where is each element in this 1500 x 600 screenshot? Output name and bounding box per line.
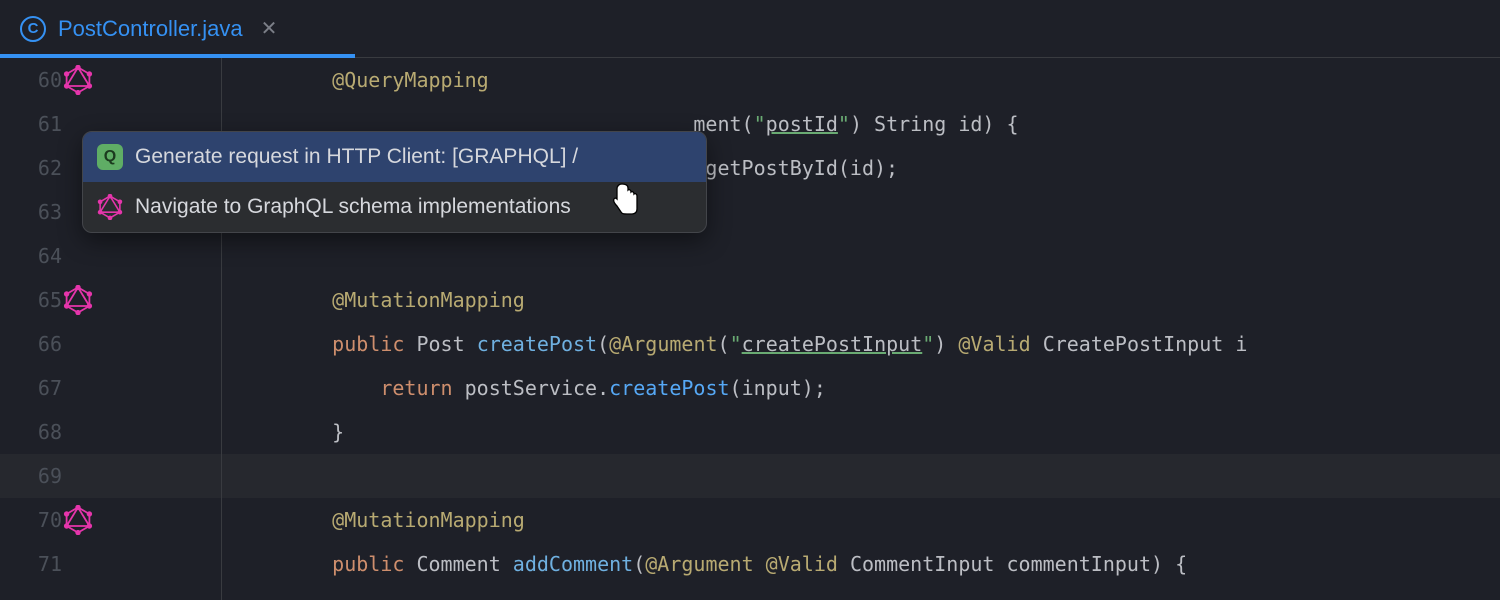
code-line[interactable]: public Post createPost(@Argument("create… (222, 322, 1500, 366)
file-tab[interactable]: C PostController.java ✕ (0, 0, 297, 57)
gutter-row: 65 (0, 278, 221, 322)
java-class-icon: C (20, 16, 46, 42)
line-number: 68 (0, 420, 68, 444)
tab-label: PostController.java (58, 16, 243, 42)
line-number: 61 (0, 112, 68, 136)
graphql-gutter-icon[interactable] (63, 65, 93, 95)
gutter-row: 64 (0, 234, 221, 278)
gutter-action-popup: Q Generate request in HTTP Client: [GRAPH… (82, 131, 707, 233)
code-line[interactable]: @MutationMapping (222, 278, 1500, 322)
line-number: 71 (0, 552, 68, 576)
tab-bar: C PostController.java ✕ (0, 0, 1500, 58)
code-line[interactable]: @QueryMapping (222, 58, 1500, 102)
graphql-gutter-icon[interactable] (63, 285, 93, 315)
gutter-row: 68 (0, 410, 221, 454)
gutter-row: 70 (0, 498, 221, 542)
gutter-row: 66 (0, 322, 221, 366)
line-number: 65 (0, 288, 68, 312)
graphql-icon (97, 194, 123, 220)
close-icon[interactable]: ✕ (261, 16, 278, 41)
line-number: 67 (0, 376, 68, 400)
code-line[interactable]: @MutationMapping (222, 498, 1500, 542)
gutter-row: 71 (0, 542, 221, 586)
gutter-row: 67 (0, 366, 221, 410)
line-number: 62 (0, 156, 68, 180)
popup-item[interactable]: Navigate to GraphQL schema implementatio… (83, 182, 706, 232)
http-request-icon: Q (97, 144, 123, 170)
code-line[interactable]: } (222, 410, 1500, 454)
code-line[interactable]: return postService.createPost(input); (222, 366, 1500, 410)
popup-item-label: Navigate to GraphQL schema implementatio… (135, 195, 571, 219)
line-number: 66 (0, 332, 68, 356)
line-number: 70 (0, 508, 68, 532)
code-line[interactable]: public Comment addComment(@Argument @Val… (222, 542, 1500, 586)
popup-item[interactable]: Q Generate request in HTTP Client: [GRAPH… (83, 132, 706, 182)
code-line[interactable] (222, 454, 1500, 498)
gutter-row: 69 (0, 454, 221, 498)
line-number: 60 (0, 68, 68, 92)
popup-item-label: Generate request in HTTP Client: [GRAPHQ… (135, 145, 578, 169)
line-number: 63 (0, 200, 68, 224)
code-line[interactable] (222, 234, 1500, 278)
graphql-gutter-icon[interactable] (63, 505, 93, 535)
gutter-row: 60 (0, 58, 221, 102)
line-number: 69 (0, 464, 68, 488)
line-number: 64 (0, 244, 68, 268)
